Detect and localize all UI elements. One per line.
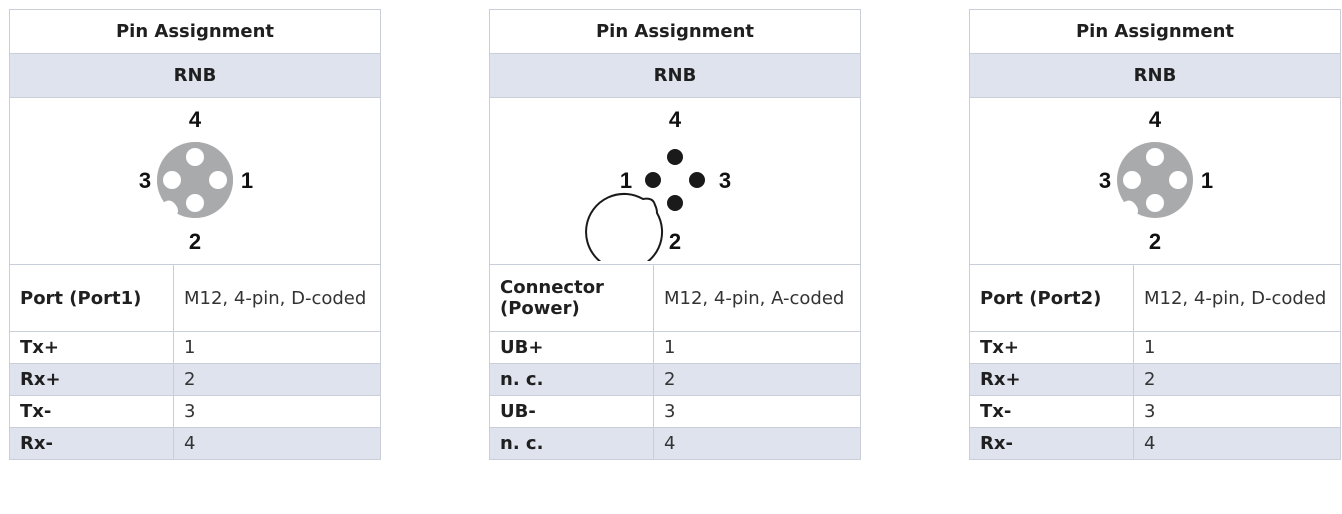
table-title: Pin Assignment (489, 9, 861, 54)
signal-cell: Rx- (969, 427, 1134, 460)
pin-label-right: 3 (719, 168, 731, 193)
pin-cell: 2 (1133, 363, 1341, 396)
male-a-coded-connector-icon: 4 1 3 2 (585, 107, 731, 261)
port-value: M12, 4-pin, A-coded (653, 264, 861, 332)
pin-label-left: 3 (139, 168, 151, 193)
pin-cell: 1 (173, 331, 381, 364)
pin-cell: 3 (653, 395, 861, 428)
signal-cell: Rx+ (9, 363, 174, 396)
port-label: Connector (Power) (489, 264, 654, 332)
pin-label-bottom: 2 (1149, 229, 1161, 254)
pin-cell: 4 (173, 427, 381, 460)
signal-cell: Tx- (969, 395, 1134, 428)
connector-diagram-cell: 4 1 3 2 (489, 97, 861, 265)
pin-assignment-table-port1: Pin Assignment RNB 4 3 1 2 Port (Port1) … (9, 9, 381, 460)
pin-label-right: 1 (241, 168, 253, 193)
pin-assignment-table-port2: Pin Assignment RNB 4 3 1 2 Port (Port2) … (969, 9, 1341, 460)
table-subtitle: RNB (9, 53, 381, 98)
female-d-coded-connector-icon: 4 3 1 2 (139, 107, 253, 254)
pin-label-top: 4 (189, 107, 202, 132)
port-value: M12, 4-pin, D-coded (1133, 264, 1341, 332)
pin-cell: 4 (653, 427, 861, 460)
pin-label-left: 3 (1099, 168, 1111, 193)
port-label: Port (Port1) (9, 264, 174, 332)
pin-label-left: 1 (620, 168, 632, 193)
table-title: Pin Assignment (9, 9, 381, 54)
pin-cell: 1 (653, 331, 861, 364)
signal-cell: Tx- (9, 395, 174, 428)
table-subtitle: RNB (489, 53, 861, 98)
signal-cell: Rx- (9, 427, 174, 460)
pin-label-top: 4 (1149, 107, 1162, 132)
pin-label-bottom: 2 (189, 229, 201, 254)
pin-cell: 3 (173, 395, 381, 428)
port-label: Port (Port2) (969, 264, 1134, 332)
connector-diagram-cell: 4 3 1 2 (9, 97, 381, 265)
pin-label-top: 4 (669, 107, 682, 132)
pin-cell: 4 (1133, 427, 1341, 460)
pin-label-right: 1 (1201, 168, 1213, 193)
pin-assignment-table-power: Pin Assignment RNB 4 1 3 2 Connector (Po… (489, 9, 861, 460)
female-d-coded-connector-icon: 4 3 1 2 (1099, 107, 1213, 254)
signal-cell: n. c. (489, 363, 654, 396)
signal-cell: Tx+ (9, 331, 174, 364)
connector-diagram-cell: 4 3 1 2 (969, 97, 1341, 265)
signal-cell: UB+ (489, 331, 654, 364)
table-subtitle: RNB (969, 53, 1341, 98)
table-title: Pin Assignment (969, 9, 1341, 54)
pin-label-bottom: 2 (669, 229, 681, 254)
port-value: M12, 4-pin, D-coded (173, 264, 381, 332)
signal-cell: UB- (489, 395, 654, 428)
pin-cell: 2 (653, 363, 861, 396)
pin-cell: 3 (1133, 395, 1341, 428)
pin-cell: 1 (1133, 331, 1341, 364)
signal-cell: Tx+ (969, 331, 1134, 364)
pin-cell: 2 (173, 363, 381, 396)
signal-cell: Rx+ (969, 363, 1134, 396)
signal-cell: n. c. (489, 427, 654, 460)
